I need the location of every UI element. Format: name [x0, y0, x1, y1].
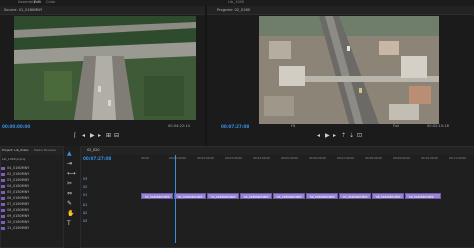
tools-panel: ▲ ⇥ ⟷ ✂ ⇔ ✎ ✋ T: [64, 146, 78, 246]
slip-tool-icon[interactable]: ⇔: [67, 190, 72, 198]
track-label-a3[interactable]: A3: [83, 219, 87, 223]
video-track-v1: 01_0180MNY.MP4 02_0180MNY.MP4 03_0180MNY…: [141, 193, 441, 199]
ruler-label: 00:10:00:00: [421, 156, 439, 160]
clip-color-chip: [1, 184, 5, 188]
timeline-clip[interactable]: 05_0180MNY.MP4: [273, 193, 305, 199]
timeline-clip[interactable]: 06_0180MNY.MP4: [306, 193, 338, 199]
program-monitor: Program: 02_0180 00:07:27:08 Fit Full 00…: [207, 6, 474, 146]
clip-color-chip: [1, 202, 5, 206]
type-tool-icon[interactable]: T: [67, 220, 71, 228]
ruler-label: 00:04:00:00: [253, 156, 271, 160]
track-headers: V3 V2 V1 A1 A2 A3: [81, 177, 137, 227]
timeline-clip[interactable]: 04_0180MNY.MP4: [240, 193, 272, 199]
timeline-clip[interactable]: 02_0180MNY.MP4: [174, 193, 206, 199]
ruler-label: 00:07:00:00: [337, 156, 355, 160]
track-select-icon[interactable]: ⇥: [67, 160, 72, 168]
export-frame-icon[interactable]: ⊡: [357, 132, 362, 140]
extract-icon[interactable]: ⇣: [349, 132, 354, 140]
play-icon[interactable]: ▶: [325, 132, 330, 140]
ruler-label: 00:02:00:00: [197, 156, 215, 160]
project-path: Lib_1000.prproj: [2, 157, 26, 161]
clip-color-chip: [1, 220, 5, 224]
program-video-frame: [259, 16, 439, 124]
clip-color-chip: [1, 190, 5, 194]
ruler-label: 00:11:00:00: [449, 156, 467, 160]
clip-color-chip: [1, 166, 5, 170]
program-duration: 00:02:15:18: [427, 124, 449, 128]
clip-color-chip: [1, 196, 5, 200]
track-label-v1[interactable]: V1: [83, 193, 87, 197]
clip-color-chip: [1, 214, 5, 218]
tab-project[interactable]: Project: Lib_Video: [2, 148, 29, 152]
source-monitor-title: Source: 01_0180MNY: [4, 8, 43, 12]
ruler-label: 00:05:00:00: [281, 156, 299, 160]
workspace-tab-color[interactable]: Color: [46, 0, 55, 5]
ruler-label: 00:06:00:00: [309, 156, 327, 160]
source-duration: 00:04:22:14: [168, 124, 190, 128]
ruler-label: 00:00: [141, 156, 150, 160]
timeline-clip[interactable]: 07_0180MNY.MP4: [339, 193, 371, 199]
timeline-tab-bar: 02_020: [81, 147, 474, 155]
track-label-a1[interactable]: A1: [83, 203, 87, 207]
workspace-tab-edit[interactable]: Edit: [34, 0, 41, 5]
list-item[interactable]: 11_0180MNY: [1, 225, 63, 231]
ripple-edit-icon[interactable]: ⟷: [67, 170, 76, 178]
clip-color-chip: [1, 178, 5, 182]
step-forward-icon[interactable]: ▸: [333, 132, 336, 140]
step-back-icon[interactable]: ◂: [317, 132, 320, 140]
timeline-timecode[interactable]: 00:07:27:08: [83, 156, 111, 161]
track-label-v3[interactable]: V3: [83, 177, 87, 181]
step-forward-icon[interactable]: ▸: [98, 132, 101, 140]
zoom-dropdown[interactable]: Fit: [291, 124, 295, 128]
clip-color-chip: [1, 208, 5, 212]
source-monitor-header: Source: 01_0180MNY: [0, 6, 205, 15]
track-label-v2[interactable]: V2: [83, 185, 87, 189]
timeline-clip[interactable]: 03_0180MNY.MP4: [207, 193, 239, 199]
hand-tool-icon[interactable]: ✋: [67, 210, 74, 218]
source-monitor: Source: 01_0180MNY 00:00:00:00 00:04:22:…: [0, 6, 205, 146]
pen-tool-icon[interactable]: ✎: [67, 200, 72, 208]
project-item-list: 04_0180MNY 02_0180MNY 03_0180MNY 04_0180…: [1, 165, 63, 231]
mark-in-icon[interactable]: ⌈: [74, 132, 76, 140]
time-ruler[interactable]: 00:00 00:01:00:00 00:02:00:00 00:03:00:0…: [139, 155, 474, 163]
playhead[interactable]: [175, 155, 176, 243]
ruler-label: 00:01:00:00: [169, 156, 187, 160]
track-label-a2[interactable]: A2: [83, 211, 87, 215]
project-title: Lib_1000: [228, 0, 245, 4]
timeline-clip[interactable]: 01_0180MNY.MP4: [141, 193, 173, 199]
project-panel-tabs: Project: Lib_Video Media Browser: [1, 147, 63, 155]
ruler-label: 00:09:00:00: [393, 156, 411, 160]
lift-icon[interactable]: ⇡: [341, 132, 346, 140]
program-monitor-title: Program: 02_0180: [217, 8, 251, 12]
sequence-tab[interactable]: 02_020: [87, 148, 99, 152]
timeline-clip[interactable]: 08_0180MNY.MP4: [372, 193, 404, 199]
timeline-panel: 02_020 00:07:27:08 00:00 00:01:00:00 00:…: [80, 146, 474, 248]
source-video-frame: [14, 16, 196, 120]
play-icon[interactable]: ▶: [90, 132, 95, 140]
program-monitor-header: Program: 02_0180: [207, 6, 474, 15]
selection-tool-icon[interactable]: ▲: [67, 150, 72, 158]
tab-media-browser[interactable]: Media Browser: [34, 148, 56, 152]
clip-color-chip: [1, 172, 5, 176]
insert-icon[interactable]: ⊞: [106, 132, 111, 140]
program-timecode[interactable]: 00:07:27:08: [221, 124, 249, 129]
workspace-tab-assembly[interactable]: Assembly: [18, 0, 35, 5]
source-timecode[interactable]: 00:00:00:00: [2, 124, 30, 129]
timeline-clip[interactable]: 09_0180MNY.MP4: [405, 193, 441, 199]
clip-color-chip: [1, 226, 5, 230]
overwrite-icon[interactable]: ⊟: [114, 132, 119, 140]
ruler-label: 00:03:00:00: [225, 156, 243, 160]
ruler-label: 00:08:00:00: [365, 156, 383, 160]
step-back-icon[interactable]: ◂: [82, 132, 85, 140]
resolution-dropdown[interactable]: Full: [393, 124, 399, 128]
razor-tool-icon[interactable]: ✂: [67, 180, 72, 188]
project-panel: Project: Lib_Video Media Browser Lib_100…: [0, 146, 64, 248]
